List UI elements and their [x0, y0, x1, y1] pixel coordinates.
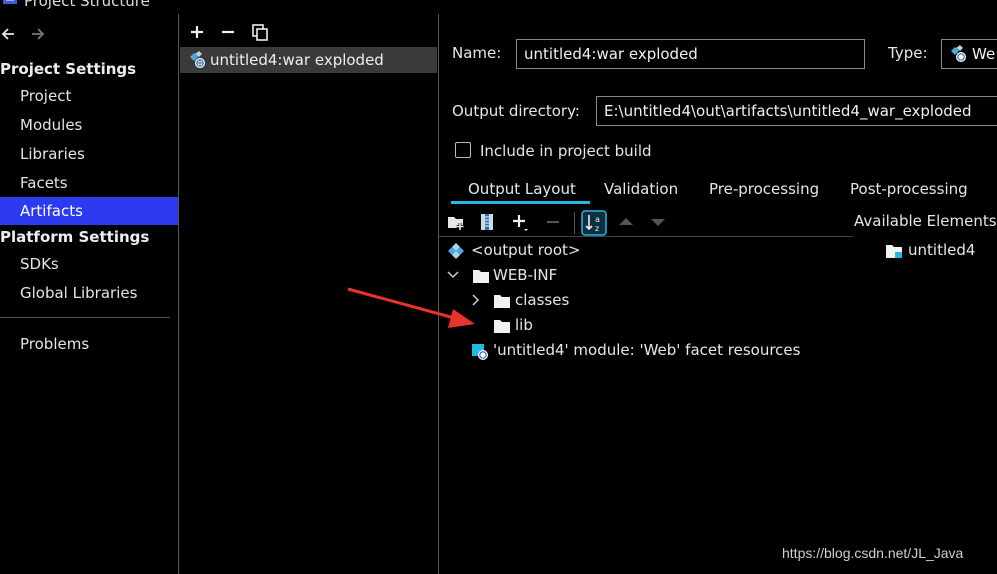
- folder-icon: [494, 295, 510, 308]
- output-layout-toolbar: a z: [439, 207, 853, 237]
- sidebar-item-artifacts[interactable]: Artifacts: [0, 197, 178, 225]
- tree-node-label: lib: [515, 316, 533, 334]
- output-directory-label: Output directory:: [452, 102, 580, 120]
- artifact-list-item[interactable]: untitled4:war exploded: [180, 47, 437, 73]
- move-up-icon[interactable]: [615, 211, 637, 233]
- arrow-left-icon[interactable]: [0, 26, 16, 42]
- sort-icon[interactable]: a z: [581, 210, 607, 236]
- annotation-arrow-icon: [347, 287, 475, 328]
- tree-node-label: 'untitled4' module: 'Web' facet resource…: [493, 341, 801, 359]
- tab-pre-processing[interactable]: Pre-processing: [709, 180, 819, 198]
- tree-node-label: classes: [515, 291, 570, 309]
- sidebar-item-problems[interactable]: Problems: [0, 330, 178, 358]
- tree-node-classes[interactable]: classes: [469, 290, 769, 312]
- move-down-icon[interactable]: [647, 211, 669, 233]
- sidebar-item-project[interactable]: Project: [0, 82, 178, 110]
- module-folder-icon: [886, 245, 902, 258]
- tab-validation[interactable]: Validation: [604, 180, 678, 198]
- type-select-value: We: [972, 45, 996, 63]
- available-elements-label: Available Elements (: [854, 212, 997, 230]
- active-tab-indicator: [451, 201, 590, 204]
- minus-icon[interactable]: [218, 22, 238, 42]
- tab-output-layout[interactable]: Output Layout: [468, 180, 576, 198]
- add-icon[interactable]: [509, 211, 531, 233]
- type-label: Type:: [888, 44, 928, 62]
- chevron-down-icon[interactable]: [447, 270, 459, 280]
- web-artifact-icon: [190, 51, 205, 68]
- sidebar-item-facets[interactable]: Facets: [0, 169, 178, 197]
- tree-node-label: <output root>: [471, 241, 581, 259]
- include-build-checkbox[interactable]: [455, 142, 471, 158]
- output-directory-input[interactable]: E:\untitled4\out\artifacts\untitled4_war…: [596, 96, 997, 126]
- tab-post-processing[interactable]: Post-processing: [850, 180, 968, 198]
- sidebar-divider: [0, 317, 170, 318]
- tree-node-output-root[interactable]: <output root>: [447, 240, 747, 262]
- sidebar-item-global-libraries[interactable]: Global Libraries: [0, 279, 178, 307]
- platform-settings-header: Platform Settings: [0, 228, 150, 246]
- type-select[interactable]: We: [941, 39, 997, 69]
- artifact-list-item-label: untitled4:war exploded: [210, 51, 384, 69]
- sidebar-item-sdks[interactable]: SDKs: [0, 250, 178, 278]
- sidebar-item-libraries[interactable]: Libraries: [0, 140, 178, 168]
- toolbar-separator: [574, 212, 575, 234]
- remove-icon[interactable]: [542, 211, 564, 233]
- watermark: https://blog.csdn.net/JL_Java: [782, 545, 964, 561]
- include-build-label: Include in project build: [480, 142, 652, 160]
- artifact-detail-panel: Name: untitled4:war exploded Type: We Ou…: [439, 14, 997, 574]
- available-item-label: untitled4: [908, 241, 976, 259]
- settings-sidebar: Project Settings Project Modules Librari…: [0, 14, 178, 574]
- new-folder-icon[interactable]: [445, 211, 467, 233]
- svg-text:z: z: [595, 224, 599, 233]
- sidebar-item-modules[interactable]: Modules: [0, 111, 178, 139]
- svg-text:a: a: [595, 215, 600, 224]
- tree-node-facet-resources[interactable]: 'untitled4' module: 'Web' facet resource…: [471, 340, 851, 362]
- project-settings-header: Project Settings: [0, 60, 137, 78]
- web-artifact-type-icon: [951, 45, 966, 62]
- copy-icon[interactable]: [250, 22, 270, 42]
- app-icon: [3, 0, 17, 4]
- tree-node-label: WEB-INF: [493, 266, 558, 284]
- name-input[interactable]: untitled4:war exploded: [516, 39, 865, 69]
- plus-icon[interactable]: [187, 22, 207, 42]
- name-label: Name:: [452, 44, 502, 62]
- folder-icon: [494, 320, 510, 333]
- output-root-icon: [448, 243, 464, 259]
- window-title: Project Structure: [24, 0, 150, 10]
- tree-node-lib[interactable]: lib: [493, 315, 693, 337]
- web-facet-icon: [472, 344, 488, 360]
- available-item-untitled4[interactable]: untitled4: [885, 240, 997, 262]
- archive-icon[interactable]: [476, 211, 498, 233]
- arrow-right-icon[interactable]: [30, 26, 46, 42]
- tree-node-web-inf[interactable]: WEB-INF: [447, 265, 747, 287]
